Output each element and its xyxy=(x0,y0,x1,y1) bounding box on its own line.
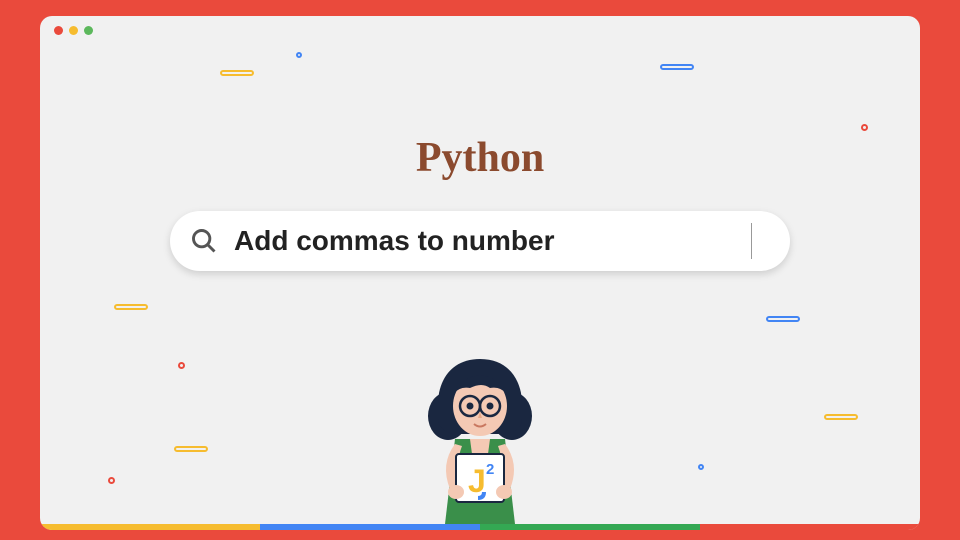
decoration-pill xyxy=(220,70,254,76)
search-query: Add commas to number xyxy=(234,225,751,257)
search-bar[interactable]: Add commas to number xyxy=(170,211,790,271)
decoration-pill xyxy=(660,64,694,70)
search-icon xyxy=(190,227,218,255)
browser-window: Python Add commas to number xyxy=(40,16,920,530)
character-illustration: J 2 xyxy=(400,354,560,524)
decoration-circle xyxy=(296,52,302,58)
color-strip xyxy=(40,524,920,530)
minimize-icon[interactable] xyxy=(69,26,78,35)
close-icon[interactable] xyxy=(54,26,63,35)
decoration-circle xyxy=(698,464,704,470)
page-title: Python xyxy=(40,134,920,182)
decoration-pill xyxy=(114,304,148,310)
strip-red xyxy=(700,524,920,530)
text-cursor xyxy=(751,223,752,259)
strip-green xyxy=(480,524,700,530)
decoration-circle xyxy=(108,477,115,484)
decoration-pill xyxy=(174,446,208,452)
decoration-circle xyxy=(178,362,185,369)
svg-text:2: 2 xyxy=(486,461,494,478)
maximize-icon[interactable] xyxy=(84,26,93,35)
window-titlebar xyxy=(40,16,920,44)
decoration-pill xyxy=(824,414,858,420)
decoration-pill xyxy=(766,316,800,322)
strip-blue xyxy=(260,524,480,530)
strip-yellow xyxy=(40,524,260,530)
decoration-circle xyxy=(861,124,868,131)
